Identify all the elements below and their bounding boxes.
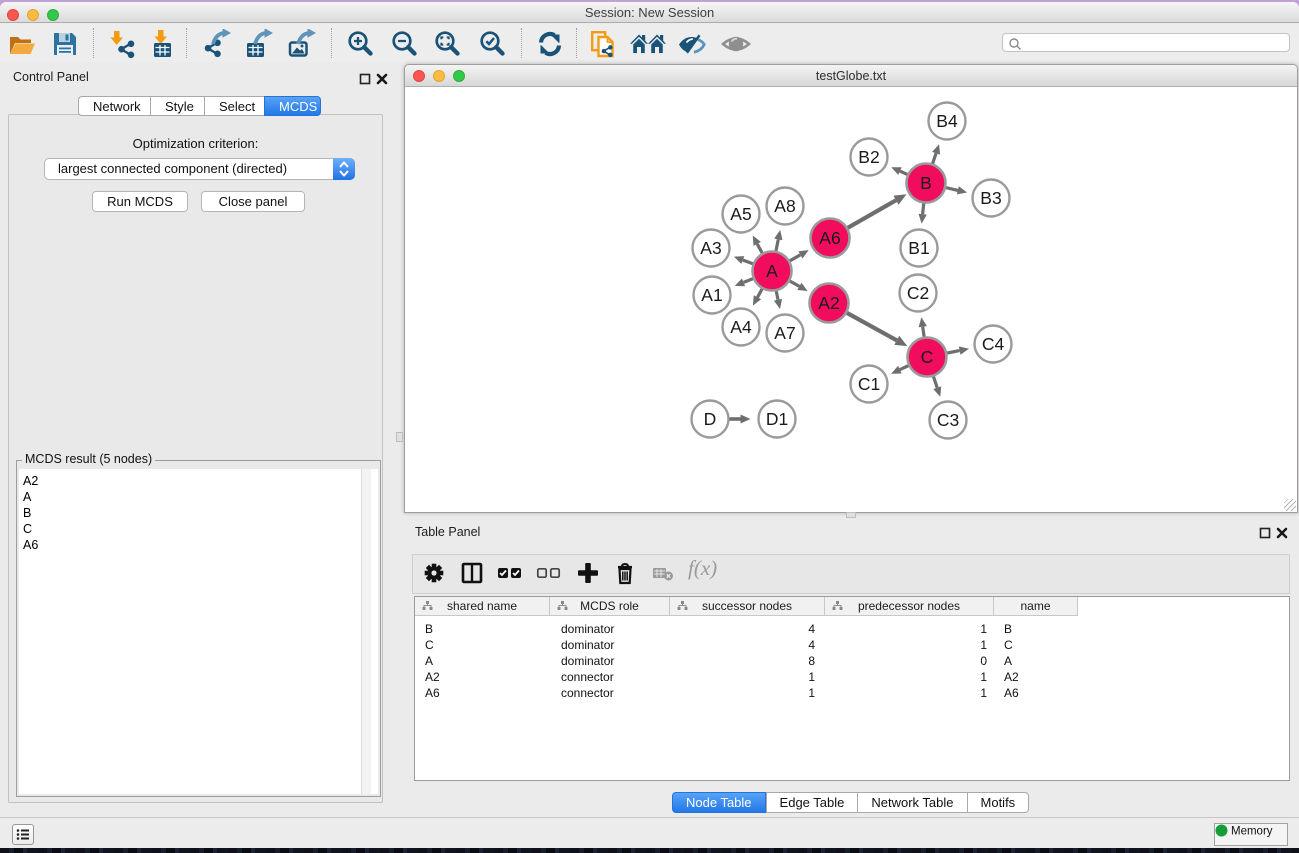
- svg-text:C3: C3: [937, 410, 959, 430]
- svg-text:A4: A4: [730, 317, 752, 337]
- svg-text:A8: A8: [774, 196, 795, 216]
- svg-text:B3: B3: [980, 188, 1001, 208]
- svg-text:D: D: [704, 409, 717, 429]
- svg-text:A2: A2: [818, 293, 839, 313]
- svg-text:B4: B4: [936, 111, 958, 131]
- svg-text:A: A: [766, 261, 778, 281]
- svg-text:B: B: [920, 173, 932, 193]
- svg-text:B2: B2: [858, 147, 879, 167]
- svg-text:A6: A6: [819, 228, 840, 248]
- svg-text:C1: C1: [858, 374, 880, 394]
- svg-text:A7: A7: [774, 323, 795, 343]
- svg-text:C4: C4: [982, 334, 1005, 354]
- svg-text:B1: B1: [908, 238, 929, 258]
- svg-text:A3: A3: [700, 238, 721, 258]
- svg-text:C2: C2: [907, 283, 929, 303]
- svg-text:A1: A1: [701, 285, 722, 305]
- svg-text:A5: A5: [730, 204, 751, 224]
- svg-text:D1: D1: [766, 409, 788, 429]
- svg-text:C: C: [921, 347, 934, 367]
